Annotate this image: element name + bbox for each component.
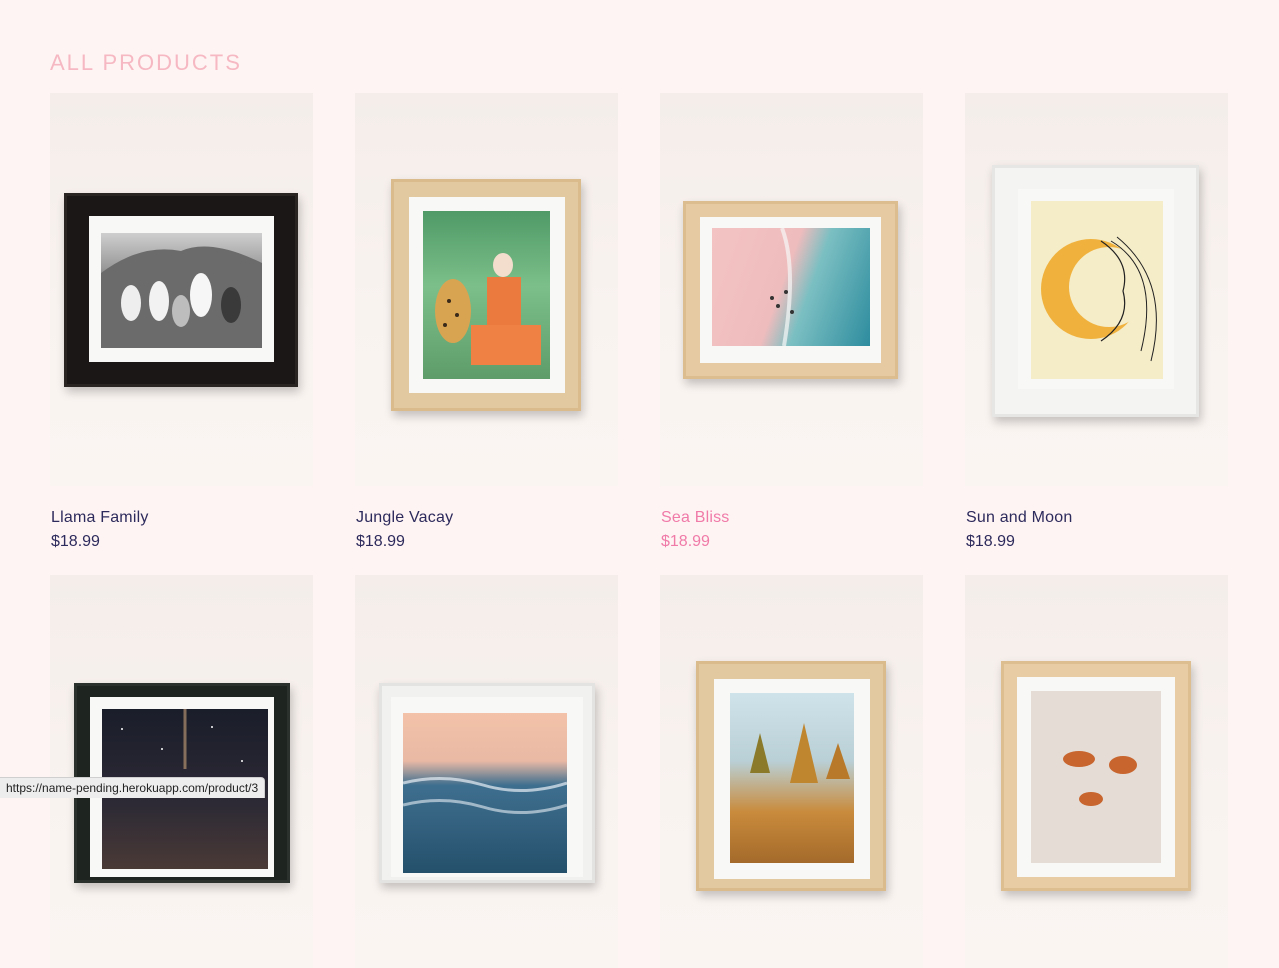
product-image-sun-and-moon[interactable] (965, 93, 1228, 486)
forest-artwork (750, 723, 850, 783)
jungle-artwork (435, 253, 541, 365)
product-image[interactable] (355, 575, 618, 968)
product-card[interactable] (355, 575, 618, 968)
ocean-waves-artwork (403, 777, 567, 814)
product-card[interactable]: Jungle Vacay $18.99 (355, 93, 618, 550)
product-image-llama-family[interactable] (50, 93, 313, 486)
product-card[interactable]: Llama Family $18.99 (50, 93, 313, 550)
llama-artwork (101, 246, 262, 348)
page-title: ALL PRODUCTS (50, 50, 242, 75)
product-name[interactable]: Sea Bliss (661, 509, 730, 527)
product-image-jungle-vacay[interactable] (355, 93, 618, 486)
product-price: $18.99 (356, 533, 405, 550)
leopards-artwork (1063, 751, 1137, 806)
product-card[interactable] (660, 575, 923, 968)
product-image[interactable] (50, 575, 313, 968)
sun-moon-artwork (1041, 236, 1157, 362)
product-price: $18.99 (51, 533, 100, 550)
product-card[interactable]: Sun and Moon $18.99 (965, 93, 1228, 550)
product-image-sea-bliss[interactable] (660, 93, 923, 486)
product-card[interactable]: Sea Bliss $18.99 (660, 93, 923, 550)
product-name[interactable]: Jungle Vacay (356, 509, 453, 527)
product-image[interactable] (660, 575, 923, 968)
product-name[interactable]: Llama Family (51, 509, 149, 527)
product-name[interactable]: Sun and Moon (966, 509, 1072, 527)
sea-artwork (770, 228, 794, 346)
product-card[interactable] (965, 575, 1228, 968)
product-price: $18.99 (966, 533, 1015, 550)
product-price: $18.99 (661, 533, 710, 550)
product-image[interactable] (965, 575, 1228, 968)
status-bar-url: https://name-pending.herokuapp.com/produ… (0, 777, 266, 798)
product-card[interactable] (50, 575, 313, 968)
